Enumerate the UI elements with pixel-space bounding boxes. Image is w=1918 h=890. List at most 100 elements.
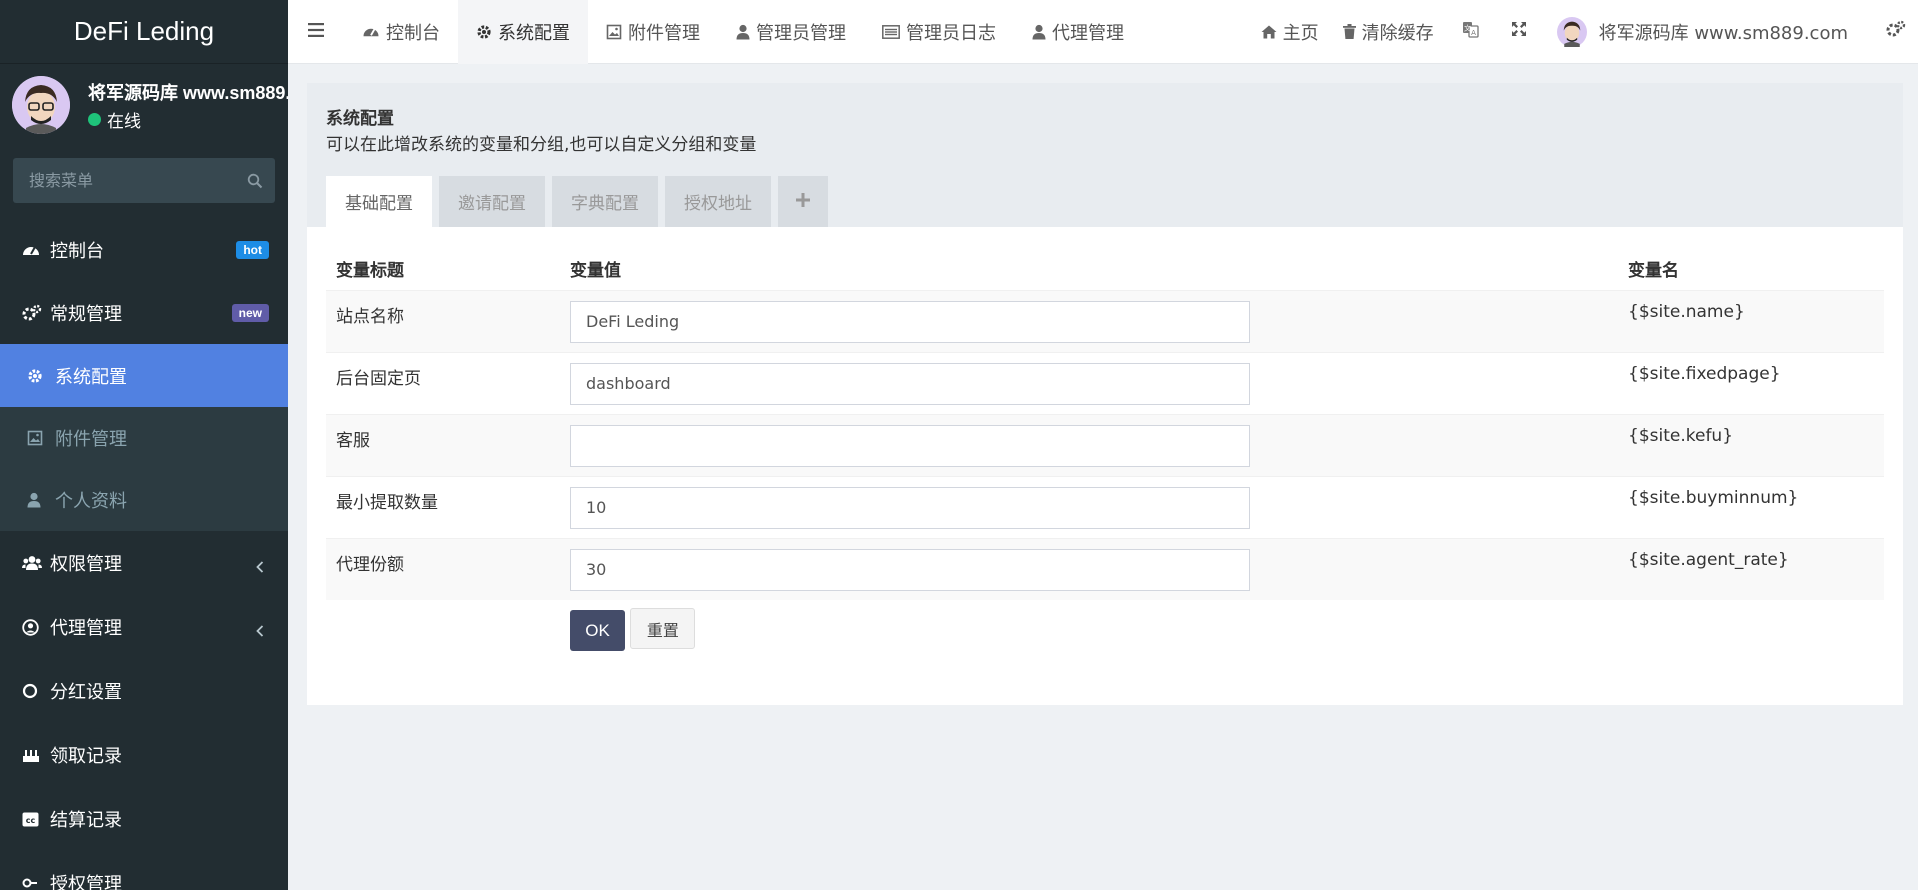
tab-agent-management[interactable]: 代理管理 [1014, 0, 1142, 64]
settings-button[interactable] [1862, 0, 1918, 64]
tab-basic-config[interactable]: 基础配置 [326, 176, 432, 227]
sidebar-item-label: 系统配置 [55, 366, 127, 388]
reset-button[interactable]: 重置 [630, 608, 696, 649]
user-panel: 将军源码库 www.sm889.com 在线 [0, 64, 288, 146]
user-circle-icon [22, 618, 46, 636]
tab-label: 系统配置 [498, 22, 570, 44]
home-link[interactable]: 主页 [1249, 0, 1331, 64]
customer-service-input[interactable] [570, 424, 1250, 467]
sidebar-item-auth-management[interactable]: 授权管理 [0, 851, 288, 890]
user-icon [27, 492, 51, 508]
image-icon [606, 24, 622, 40]
gear-icon [27, 368, 51, 384]
sidebar-item-settlement-records[interactable]: cc 结算记录 [0, 787, 288, 851]
row-variable-name: {$site.kefu} [1618, 413, 1884, 476]
sidebar-item-label: 附件管理 [55, 429, 127, 450]
add-group-button[interactable] [778, 176, 828, 227]
dashboard-icon [22, 242, 46, 258]
search-icon[interactable] [235, 173, 275, 189]
top-navbar: 控制台 系统配置 附件管理 管理员管理 管理员日志 代理管理 主页 清除缓存 文… [288, 0, 1918, 64]
online-status: 在线 [88, 107, 141, 132]
tab-label: 控制台 [386, 22, 440, 44]
new-badge: new [231, 303, 269, 322]
sidebar-item-permissions[interactable]: 权限管理 [0, 531, 288, 595]
agent-rate-input[interactable] [570, 548, 1250, 591]
sidebar: DeFi Leding 将军源码库 www.sm889.com 在线 [0, 0, 288, 890]
fullscreen-button[interactable] [1495, 0, 1543, 64]
language-button[interactable]: 文A [1446, 0, 1495, 64]
table-header-row: 变量标题 变量值 变量名 [326, 247, 1884, 291]
tab-label: 代理管理 [1052, 22, 1124, 44]
tab-invite-config[interactable]: 邀请配置 [439, 176, 545, 227]
sidebar-item-dashboard[interactable]: 控制台 hot [0, 218, 288, 281]
cake-icon [22, 747, 46, 763]
svg-text:cc: cc [26, 816, 36, 825]
trash-icon [1342, 24, 1356, 39]
tab-dictionary-config[interactable]: 字典配置 [552, 176, 658, 227]
column-header-value: 变量值 [560, 247, 1618, 291]
user-menu[interactable]: 将军源码库 www.sm889.com [1543, 0, 1862, 64]
cogs-icon [22, 304, 46, 322]
tab-system-config[interactable]: 系统配置 [458, 0, 588, 64]
row-title: 后台固定页 [326, 351, 560, 414]
sidebar-item-system-config[interactable]: 系统配置 [0, 344, 288, 407]
status-dot-icon [88, 113, 101, 126]
sidebar-item-dividends[interactable]: 分红设置 [0, 659, 288, 723]
sidebar-item-general[interactable]: 常规管理 new [0, 281, 288, 344]
hot-badge: hot [236, 240, 269, 259]
chevron-left-icon [256, 557, 264, 578]
page-title: 系统配置 [326, 109, 394, 129]
sidebar-username: 将军源码库 www.sm889.com [88, 83, 288, 103]
menu-search [13, 158, 275, 203]
tab-attachments[interactable]: 附件管理 [588, 0, 718, 64]
gear-icon [476, 24, 492, 40]
sidebar-item-attachments[interactable]: 附件管理 [0, 407, 288, 469]
config-panel: 系统配置 可以在此增改系统的变量和分组,也可以自定义分组和变量 基础配置 邀请配… [307, 83, 1903, 705]
fixed-page-input[interactable] [570, 362, 1250, 405]
tab-admin-management[interactable]: 管理员管理 [718, 0, 864, 64]
column-header-name: 变量名 [1618, 247, 1884, 291]
user-icon [1032, 24, 1046, 40]
sidebar-item-agents[interactable]: 代理管理 [0, 595, 288, 659]
form-actions-row: OK 重置 [326, 600, 1884, 660]
sidebar-item-label: 控制台 [50, 240, 104, 262]
min-withdraw-input[interactable] [570, 486, 1250, 529]
clear-cache-button[interactable]: 清除缓存 [1331, 0, 1446, 64]
hamburger-icon [308, 21, 324, 42]
table-row: 最小提取数量 {$site.buyminnum} [326, 475, 1884, 538]
sidebar-item-label: 权限管理 [50, 554, 122, 575]
key-icon [22, 875, 46, 890]
tab-admin-log[interactable]: 管理员日志 [864, 0, 1014, 64]
sidebar-toggle-button[interactable] [288, 0, 344, 64]
dashboard-icon [362, 24, 380, 39]
table-row: 后台固定页 {$site.fixedpage} [326, 351, 1884, 414]
image-icon [27, 430, 51, 446]
row-variable-name: {$site.fixedpage} [1618, 351, 1884, 414]
row-title: 最小提取数量 [326, 475, 560, 538]
tab-auth-address[interactable]: 授权地址 [665, 176, 771, 227]
sidebar-item-label: 个人资料 [55, 491, 127, 512]
site-name-input[interactable] [570, 300, 1250, 343]
cc-icon: cc [22, 812, 46, 827]
brand-logo[interactable]: DeFi Leding [0, 0, 288, 64]
sidebar-item-label: 结算记录 [50, 810, 122, 831]
sidebar-item-label: 领取记录 [50, 746, 122, 767]
home-label: 主页 [1282, 22, 1319, 44]
sidebar-item-claim-records[interactable]: 领取记录 [0, 723, 288, 787]
tab-label: 附件管理 [628, 22, 700, 44]
user-icon [736, 24, 750, 40]
plus-icon [796, 192, 810, 212]
tab-dashboard[interactable]: 控制台 [344, 0, 458, 64]
config-tabs: 基础配置 邀请配置 字典配置 授权地址 [326, 176, 835, 227]
config-table: 变量标题 变量值 变量名 站点名称 {$site.name} 后台固定页 {$s… [326, 247, 1884, 660]
sidebar-item-profile[interactable]: 个人资料 [0, 469, 288, 531]
users-icon [22, 555, 46, 571]
svg-text:A: A [1471, 29, 1476, 37]
ok-button[interactable]: OK [570, 610, 625, 651]
circle-icon [22, 683, 46, 699]
home-icon [1261, 25, 1277, 39]
menu-search-input[interactable] [13, 158, 235, 203]
list-icon [882, 24, 900, 39]
clear-cache-label: 清除缓存 [1361, 22, 1434, 44]
sidebar-menu: 控制台 hot 常规管理 new 系统配置 附件管理 个人资料 权限管理 代理管… [0, 218, 288, 890]
